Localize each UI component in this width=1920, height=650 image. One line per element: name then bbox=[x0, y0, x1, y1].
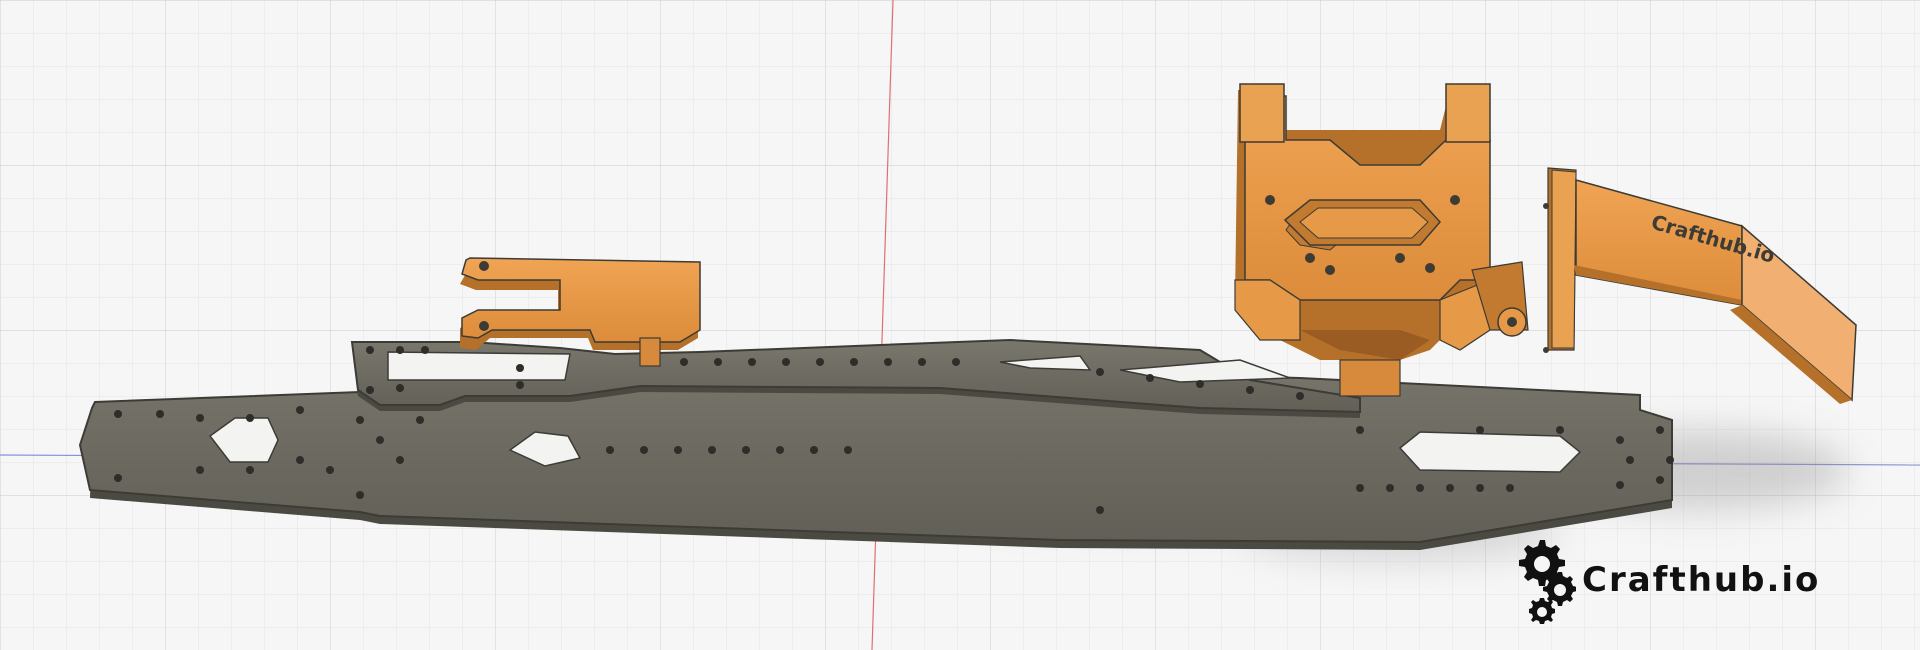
mounting-hole bbox=[326, 466, 334, 474]
mounting-hole bbox=[1656, 476, 1664, 484]
mounting-hole bbox=[810, 446, 818, 454]
mounting-hole bbox=[1446, 484, 1454, 492]
mounting-hole bbox=[196, 414, 204, 422]
mounting-hole bbox=[1356, 484, 1364, 492]
mounting-hole bbox=[1416, 484, 1424, 492]
mounting-hole bbox=[516, 381, 524, 389]
mounting-hole bbox=[708, 446, 716, 454]
mounting-hole bbox=[1386, 484, 1394, 492]
mounting-hole bbox=[640, 446, 648, 454]
mounting-hole bbox=[1196, 380, 1204, 388]
mounting-hole bbox=[356, 416, 364, 424]
mounting-hole bbox=[1476, 426, 1484, 434]
mounting-hole bbox=[421, 346, 429, 354]
mounting-hole bbox=[416, 416, 424, 424]
mounting-hole bbox=[918, 358, 926, 366]
logo-text: Crafthub.io bbox=[1582, 560, 1821, 600]
mounting-hole bbox=[1356, 426, 1364, 434]
mounting-hole bbox=[776, 446, 784, 454]
mounting-hole bbox=[114, 474, 122, 482]
mounting-hole bbox=[606, 446, 614, 454]
mounting-hole bbox=[246, 414, 254, 422]
mounting-hole bbox=[376, 436, 384, 444]
mounting-hole bbox=[396, 456, 404, 464]
mounting-hole bbox=[196, 466, 204, 474]
mounting-hole bbox=[1616, 436, 1624, 444]
mounting-hole bbox=[1296, 392, 1304, 400]
mounting-hole bbox=[246, 466, 254, 474]
mounting-hole bbox=[366, 386, 374, 394]
mounting-hole bbox=[1506, 484, 1514, 492]
mounting-hole bbox=[1096, 368, 1104, 376]
mounting-hole bbox=[844, 446, 852, 454]
mounting-hole bbox=[296, 456, 304, 464]
mounting-hole bbox=[1626, 456, 1634, 464]
mounting-hole bbox=[366, 346, 374, 354]
mounting-hole bbox=[396, 346, 404, 354]
mounting-hole bbox=[516, 364, 524, 372]
mounting-hole bbox=[1476, 484, 1484, 492]
mounting-hole bbox=[1146, 374, 1154, 382]
mounting-hole bbox=[396, 384, 404, 392]
mounting-hole bbox=[680, 358, 688, 366]
mounting-hole bbox=[714, 358, 722, 366]
mounting-hole bbox=[952, 358, 960, 366]
mounting-hole bbox=[356, 491, 364, 499]
mounting-hole bbox=[114, 410, 122, 418]
mounting-hole bbox=[742, 446, 750, 454]
mounting-hole bbox=[1666, 456, 1674, 464]
mounting-hole bbox=[884, 358, 892, 366]
mounting-hole bbox=[1096, 506, 1104, 514]
cad-viewport[interactable]: Crafthub.io Crafthub.io bbox=[0, 0, 1920, 650]
mounting-hole bbox=[1656, 426, 1664, 434]
mounting-hole bbox=[816, 358, 824, 366]
mounting-hole bbox=[1616, 481, 1624, 489]
mounting-hole bbox=[1246, 386, 1254, 394]
mounting-hole bbox=[1556, 426, 1564, 434]
gears-icon bbox=[1519, 540, 1576, 624]
mounting-hole bbox=[782, 358, 790, 366]
mounting-hole bbox=[850, 358, 858, 366]
crafthub-logo: Crafthub.io bbox=[1510, 532, 1820, 628]
mounting-hole bbox=[156, 410, 164, 418]
mounting-hole bbox=[674, 446, 682, 454]
mounting-hole bbox=[748, 358, 756, 366]
mounting-hole bbox=[296, 406, 304, 414]
